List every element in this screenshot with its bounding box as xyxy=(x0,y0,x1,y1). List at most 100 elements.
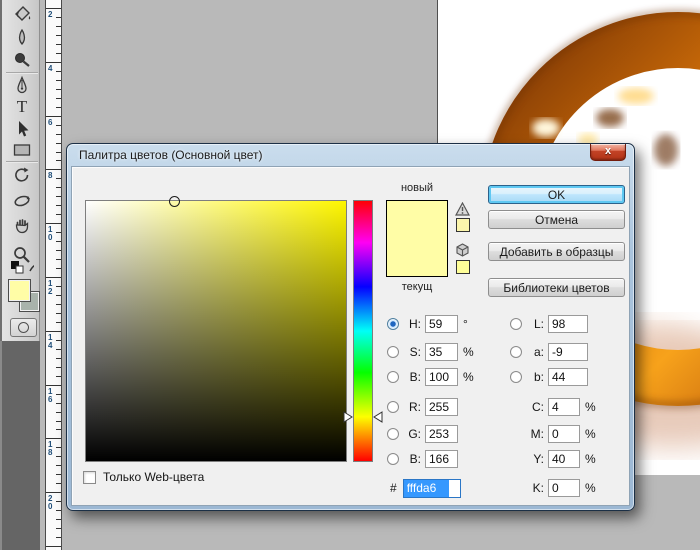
dialog-title: Палитра цветов (Основной цвет) xyxy=(79,148,263,162)
ruler-tick xyxy=(56,429,61,430)
h-input[interactable] xyxy=(425,315,458,333)
ruler-number: 6 xyxy=(48,119,56,127)
ruler-tick xyxy=(56,250,61,251)
b-input[interactable] xyxy=(425,368,458,386)
ruler-tick xyxy=(56,241,61,242)
new-current-swatch xyxy=(386,200,448,277)
l-input[interactable] xyxy=(548,315,588,333)
ruler-tick xyxy=(46,223,61,224)
ruler-tick xyxy=(56,394,61,395)
current-color-swatch[interactable] xyxy=(387,239,447,277)
unit-c: % xyxy=(585,400,596,414)
type-tool[interactable]: T xyxy=(10,96,34,118)
orbit-3d-tool[interactable] xyxy=(10,190,34,212)
color-field[interactable] xyxy=(85,200,347,462)
radio-h[interactable] xyxy=(387,318,399,330)
c-input[interactable] xyxy=(548,398,580,416)
gamut-warning-icon[interactable] xyxy=(455,202,470,216)
paint-bucket-tool[interactable] xyxy=(10,3,34,25)
ruler-number: 8 xyxy=(48,172,56,180)
ruler-tick xyxy=(56,205,61,206)
pen-tool[interactable] xyxy=(10,75,34,97)
ruler-tick xyxy=(56,98,61,99)
g-input[interactable] xyxy=(425,425,458,443)
radio-l[interactable] xyxy=(510,318,522,330)
cancel-button[interactable]: Отмена xyxy=(488,210,625,229)
ruler-tick xyxy=(56,340,61,341)
field-row-c: C: % xyxy=(510,398,596,416)
ruler-tick xyxy=(56,187,61,188)
field-label-h: H: xyxy=(402,317,421,331)
rectangle-tool[interactable] xyxy=(10,139,34,161)
default-colors-icon[interactable] xyxy=(10,259,34,275)
radio-r[interactable] xyxy=(387,401,399,413)
hue-slider-left-arrow[interactable] xyxy=(343,411,353,423)
y-input[interactable] xyxy=(548,450,580,468)
field-row-b2: B: xyxy=(387,450,458,468)
ruler-number: 4 xyxy=(48,65,56,73)
burn-tool[interactable] xyxy=(10,49,34,71)
ruler-tick xyxy=(56,80,61,81)
hue-slider[interactable] xyxy=(353,200,373,462)
radio-g[interactable] xyxy=(387,428,399,440)
b2-input[interactable] xyxy=(425,450,458,468)
hue-slider-right-arrow[interactable] xyxy=(373,411,383,423)
field-row-y: Y: % xyxy=(510,450,596,468)
ruler-tick xyxy=(46,385,61,386)
k-input[interactable] xyxy=(548,479,580,497)
field-row-l: L: xyxy=(510,315,588,333)
gamut-color-swatch[interactable] xyxy=(456,218,470,232)
s-input[interactable] xyxy=(425,343,458,361)
ruler-tick xyxy=(56,421,61,422)
ruler-tick xyxy=(56,35,61,36)
radio-a[interactable] xyxy=(510,346,522,358)
radio-b[interactable] xyxy=(387,371,399,383)
ruler-tick xyxy=(56,322,61,323)
r-input[interactable] xyxy=(425,398,458,416)
hex-input[interactable] xyxy=(403,479,461,498)
path-selection-tool[interactable] xyxy=(10,118,34,140)
color-libraries-button[interactable]: Библиотеки цветов xyxy=(488,278,625,297)
ruler-tick xyxy=(56,160,61,161)
ruler-tick xyxy=(56,447,61,448)
hand-tool[interactable] xyxy=(10,214,34,236)
svg-text:T: T xyxy=(17,97,28,116)
close-button[interactable]: x xyxy=(590,144,626,161)
unit-y: % xyxy=(585,452,596,466)
radio-bb[interactable] xyxy=(510,371,522,383)
add-to-swatches-button[interactable]: Добавить в образцы xyxy=(488,242,625,261)
color-field-marker[interactable] xyxy=(169,196,180,207)
m-input[interactable] xyxy=(548,425,580,443)
a-input[interactable] xyxy=(548,343,588,361)
field-row-r: R: xyxy=(387,398,458,416)
field-label-c: C: xyxy=(525,400,544,414)
quick-mask-button[interactable] xyxy=(10,318,37,337)
bb-input[interactable] xyxy=(548,368,588,386)
web-color-swatch[interactable] xyxy=(456,260,470,274)
foreground-color-swatch[interactable] xyxy=(8,279,31,302)
photoshop-workspace: T 2468101214161820 Палитра xyxy=(0,0,700,550)
field-row-b: B: % xyxy=(387,368,474,386)
ok-button[interactable]: OK xyxy=(488,185,625,204)
web-cube-icon[interactable] xyxy=(455,243,470,257)
web-colors-checkbox[interactable] xyxy=(83,471,96,484)
blur-tool[interactable] xyxy=(10,27,34,49)
ruler-tick xyxy=(56,178,61,179)
ruler-tick xyxy=(46,62,61,63)
field-label-bb: b: xyxy=(525,370,544,384)
ruler-tick xyxy=(56,412,61,413)
ruler-number: 14 xyxy=(48,334,56,350)
close-icon: x xyxy=(605,145,611,157)
rotate-3d-tool[interactable] xyxy=(10,164,34,186)
ruler-tick xyxy=(56,107,61,108)
ruler-number: 2 xyxy=(48,11,56,19)
radio-b2[interactable] xyxy=(387,453,399,465)
ruler-tick xyxy=(56,519,61,520)
dialog-titlebar[interactable]: Палитра цветов (Основной цвет) x xyxy=(67,144,634,166)
ruler-tick xyxy=(56,152,61,153)
radio-s[interactable] xyxy=(387,346,399,358)
ruler-tick xyxy=(46,116,61,117)
field-label-g: G: xyxy=(402,427,421,441)
ruler-tick xyxy=(56,214,61,215)
ruler-tick xyxy=(46,438,61,439)
